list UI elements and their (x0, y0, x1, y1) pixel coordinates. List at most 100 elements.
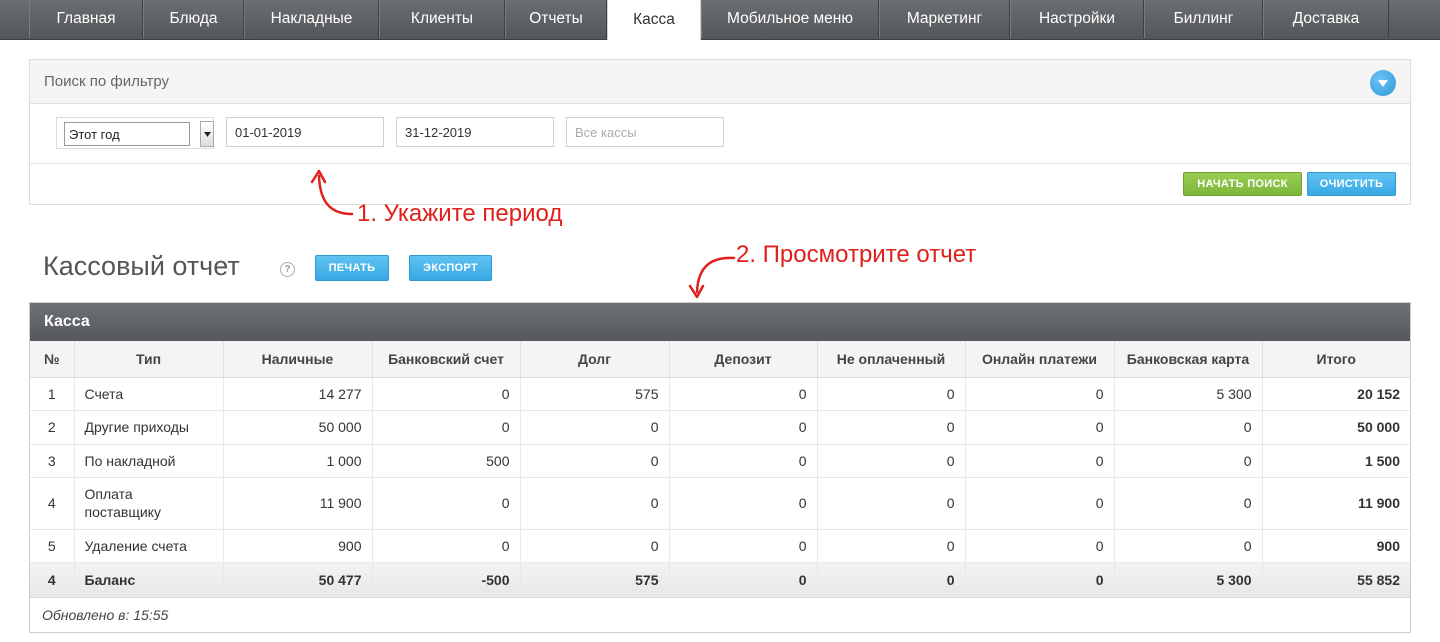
column-header[interactable]: Не оплаченный (817, 341, 966, 378)
cell-unpaid: 0 (817, 444, 966, 478)
column-header[interactable]: Банковский счет (372, 341, 521, 378)
row-type: Оплата поставщику (74, 477, 224, 530)
start-search-button[interactable]: Начать поиск (1183, 172, 1302, 196)
cell-bank: 0 (372, 529, 521, 563)
table-row: 5 Удаление счета 900 0 0 0 0 0 0 900 (30, 529, 1410, 563)
cell-debt: 0 (520, 410, 670, 445)
cell-cash: 1 000 (223, 444, 373, 478)
cell-cash: 50 000 (223, 410, 373, 445)
cell-bank: 500 (372, 444, 521, 478)
cell-online: 0 (965, 377, 1115, 411)
caret-down-icon (203, 131, 211, 137)
cell-debt: 0 (520, 477, 670, 530)
table-header-row: № Тип Наличные Банковский счет Долг Депо… (30, 341, 1410, 378)
column-header[interactable]: Наличные (223, 341, 373, 378)
updated-timestamp: Обновлено в: 15:55 (42, 606, 169, 623)
column-header[interactable]: Онлайн платежи (965, 341, 1115, 378)
cell-card: 0 (1114, 477, 1263, 530)
annotation-step-2: 2. Просмотрите отчет (736, 241, 977, 268)
cashbox-report-table: № Тип Наличные Банковский счет Долг Депо… (30, 341, 1410, 598)
cell-card: 0 (1114, 529, 1263, 563)
cell-debt: 575 (520, 562, 670, 598)
cell-cash: 900 (223, 529, 373, 563)
row-type: Удаление счета (74, 529, 224, 563)
collapse-toggle[interactable] (1370, 70, 1396, 96)
cell-deposit: 0 (669, 562, 818, 598)
tab-settings[interactable]: Настройки (1010, 0, 1144, 38)
cell-total: 55 852 (1262, 562, 1410, 598)
cell-bank: -500 (372, 562, 521, 598)
column-header[interactable]: № (30, 341, 75, 378)
tab-billing[interactable]: Биллинг (1144, 0, 1263, 38)
date-from-input[interactable] (226, 117, 384, 147)
date-to-input[interactable] (396, 117, 554, 147)
cell-cash: 14 277 (223, 377, 373, 411)
cell-total: 900 (1262, 529, 1410, 563)
clear-button[interactable]: Очистить (1307, 172, 1396, 196)
filter-title: Поиск по фильтру (44, 73, 170, 90)
cell-online: 0 (965, 562, 1115, 598)
row-number: 5 (30, 529, 75, 563)
cell-card: 0 (1114, 410, 1263, 445)
page-title: Кассовый отчет (43, 251, 240, 281)
cell-deposit: 0 (669, 529, 818, 563)
tab-main[interactable]: Главная (29, 0, 143, 38)
export-button[interactable]: Экспорт (409, 255, 492, 281)
cell-deposit: 0 (669, 410, 818, 445)
cell-unpaid: 0 (817, 562, 966, 598)
table-row: 3 По накладной 1 000 500 0 0 0 0 0 1 500 (30, 444, 1410, 478)
tab-cashbox[interactable]: Касса (607, 0, 701, 40)
tab-marketing[interactable]: Маркетинг (879, 0, 1010, 38)
cashbox-input[interactable] (566, 117, 724, 147)
row-type: Баланс (74, 562, 224, 598)
row-number: 2 (30, 410, 75, 445)
table-row: 4 Оплата поставщику 11 900 0 0 0 0 0 0 1… (30, 477, 1410, 530)
cell-total: 11 900 (1262, 477, 1410, 530)
cell-bank: 0 (372, 410, 521, 445)
cell-bank: 0 (372, 477, 521, 530)
cell-debt: 0 (520, 529, 670, 563)
annotation-arrow-1 (310, 169, 354, 216)
cashbox-report-panel: Касса № Тип Наличные Банковский счет Дол… (29, 302, 1411, 633)
tab-dishes[interactable]: Блюда (143, 0, 244, 38)
row-type: По накладной (74, 444, 224, 478)
cell-online: 0 (965, 477, 1115, 530)
column-header[interactable]: Банковская карта (1114, 341, 1263, 378)
cell-cash: 50 477 (223, 562, 373, 598)
table-row: 1 Счета 14 277 0 575 0 0 0 5 300 20 152 (30, 377, 1410, 411)
row-number: 4 (30, 477, 75, 530)
column-header[interactable]: Итого (1262, 341, 1410, 378)
column-header[interactable]: Тип (74, 341, 224, 378)
print-button[interactable]: Печать (315, 255, 389, 281)
panel-title: Касса (30, 303, 1410, 341)
cell-card: 0 (1114, 444, 1263, 478)
cell-unpaid: 0 (817, 529, 966, 563)
column-header[interactable]: Долг (520, 341, 670, 378)
table-row: 2 Другие приходы 50 000 0 0 0 0 0 0 50 0… (30, 410, 1410, 445)
filter-actions: Начать поиск Очистить (30, 164, 1410, 204)
annotation-arrow-2 (688, 256, 736, 299)
period-select[interactable]: Этот год (56, 117, 214, 149)
cell-total: 20 152 (1262, 377, 1410, 411)
cell-debt: 575 (520, 377, 670, 411)
tab-reports[interactable]: Отчеты (505, 0, 607, 38)
cell-online: 0 (965, 444, 1115, 478)
cell-card: 5 300 (1114, 377, 1263, 411)
tab-invoices[interactable]: Накладные (244, 0, 379, 38)
period-dropdown-button[interactable] (200, 121, 214, 147)
cell-cash: 11 900 (223, 477, 373, 530)
cell-debt: 0 (520, 444, 670, 478)
cell-bank: 0 (372, 377, 521, 411)
period-select-value[interactable]: Этот год (64, 122, 190, 146)
cell-total: 1 500 (1262, 444, 1410, 478)
tab-mobile-menu[interactable]: Мобильное меню (701, 0, 879, 38)
tab-delivery[interactable]: Доставка (1263, 0, 1389, 38)
tab-clients[interactable]: Клиенты (379, 0, 505, 38)
top-navigation: Главная Блюда Накладные Клиенты Отчеты К… (0, 0, 1440, 40)
help-icon[interactable]: ? (280, 262, 295, 277)
chevron-down-icon (1378, 79, 1388, 87)
cell-total: 50 000 (1262, 410, 1410, 445)
column-header[interactable]: Депозит (669, 341, 818, 378)
cell-deposit: 0 (669, 377, 818, 411)
balance-row: 4 Баланс 50 477 -500 575 0 0 0 5 300 55 … (30, 562, 1410, 598)
